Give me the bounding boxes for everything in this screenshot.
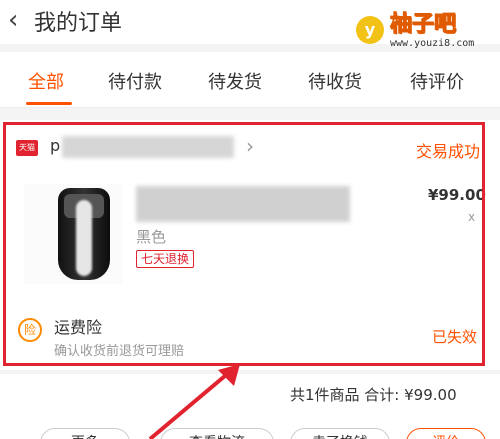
active-tab-indicator <box>26 102 72 105</box>
chevron-left-icon[interactable]: ‹ <box>8 6 18 34</box>
order-tabs: 全部 待付款 待发货 待收货 待评价 <box>0 52 500 108</box>
page-title: 我的订单 <box>34 11 123 36</box>
tab-pending-review[interactable]: 待评价 <box>410 68 464 94</box>
logo-icon: y <box>356 16 384 44</box>
arrow-head <box>218 364 240 386</box>
summary-text: 共1件商品 合计: ¥99.00 <box>290 386 457 404</box>
tab-pending-payment[interactable]: 待付款 <box>108 68 162 94</box>
tab-pending-shipment[interactable]: 待发货 <box>208 68 262 94</box>
tab-pending-receipt[interactable]: 待收货 <box>308 68 362 94</box>
annotation-arrow-icon <box>148 364 240 439</box>
watermark-logo: y 柚子吧 www.youzi8.com <box>350 6 500 52</box>
arrow-shaft <box>148 368 234 439</box>
tab-all[interactable]: 全部 <box>28 68 64 94</box>
order-actions: 更多 查看物流 卖了换钱 评价 <box>0 414 500 439</box>
more-button[interactable]: 更多 <box>40 428 130 439</box>
review-button[interactable]: 评价 <box>406 428 486 439</box>
resell-button[interactable]: 卖了换钱 <box>290 428 390 439</box>
highlight-box <box>3 122 485 366</box>
logo-text: 柚子吧 <box>389 12 457 38</box>
order-summary: 共1件商品 合计: ¥99.00 <box>0 374 500 414</box>
logo-url: www.youzi8.com <box>390 38 475 49</box>
